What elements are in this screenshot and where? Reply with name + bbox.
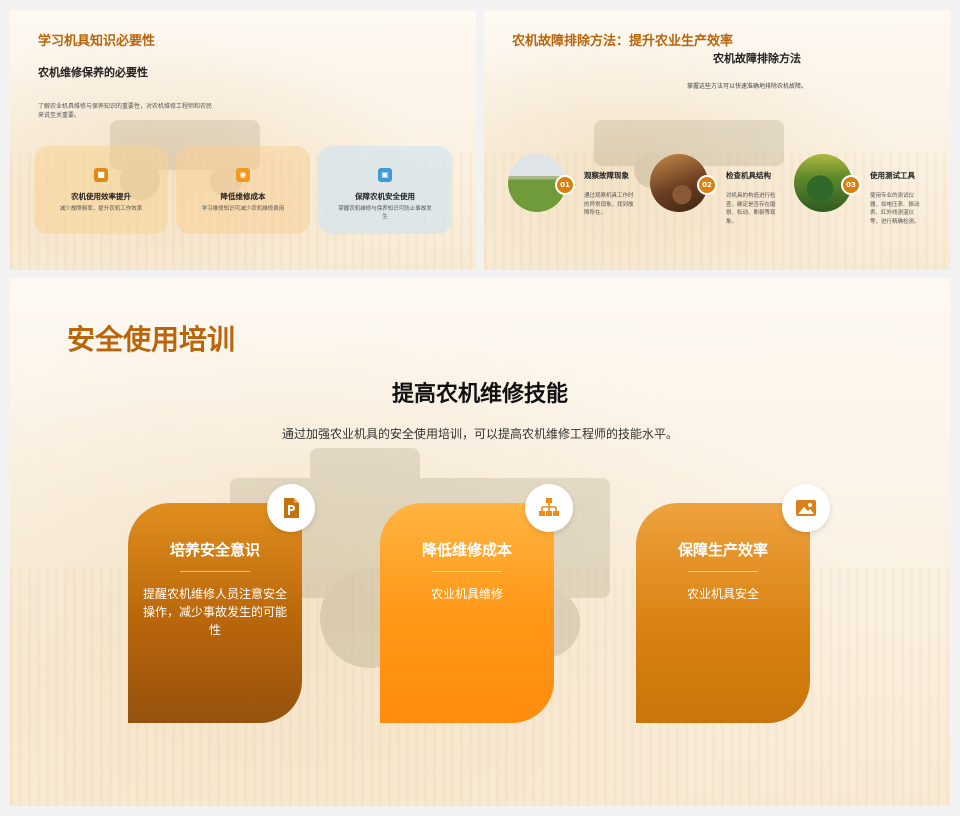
step-description: 对机具的构造进行检查，确定是否存在磨损、松动、断裂等现象。: [726, 193, 776, 225]
step-number-badge: 01: [555, 175, 575, 195]
card-title: 保障农机安全使用: [355, 192, 415, 201]
card-description: 掌握农机维修与保养知识可防止事故发生: [338, 206, 432, 220]
step-number-badge: 02: [697, 175, 717, 195]
card-title: 保障生产效率: [677, 541, 768, 559]
org-chart-icon: [539, 498, 559, 516]
feature-card-cost: ◉ 降低维修成本 学习维修知识可减少农机维修费用: [176, 146, 310, 234]
card-title: 降低维修成本: [220, 192, 266, 201]
icon-badge: [267, 484, 315, 532]
feature-card-efficiency: ■ 农机使用效率提升 减少故障频率，提升农机工作效率: [34, 146, 168, 234]
chat-icon: ▣: [378, 168, 392, 182]
card-title: 培养安全意识: [169, 541, 260, 559]
slide-subtitle: 提高农机维修技能: [391, 382, 568, 407]
step-title: 检查机具结构: [726, 171, 771, 180]
step-description: 使用专业的测试仪器，如电压表、振动表、红外线测温仪等，进行精确检测。: [870, 193, 920, 225]
slide-title: 学习机具知识必要性: [38, 34, 156, 49]
briefcase-icon: ■: [94, 168, 108, 182]
step-title: 观察故障现象: [584, 171, 629, 180]
slide-1-thumbnail[interactable]: 学习机具知识必要性 农机维修保养的必要性 了解农业机具维修与保养知识的重要性，对…: [10, 10, 476, 270]
slide-description: 通过加强农业机具的安全使用培训，可以提高农机维修工程师的技能水平。: [281, 427, 678, 441]
step-number-badge: 03: [841, 175, 861, 195]
card-title: 农机使用效率提升: [71, 192, 131, 201]
slide-3-main[interactable]: 安全使用培训 提高农机维修技能 通过加强农业机具的安全使用培训，可以提高农机维修…: [10, 278, 950, 806]
training-card-reduce-cost: 降低维修成本 农业机具维修: [380, 503, 554, 723]
card-description: 学习维修知识可减少农机维修费用: [201, 206, 285, 212]
slide-subtitle: 农机故障排除方法: [713, 52, 801, 65]
training-card-safety-awareness: 培养安全意识 提醒农机维修人员注意安全操作，减少事故发生的可能性: [128, 503, 302, 723]
presentation-file-icon: [284, 498, 299, 518]
target-icon: ◉: [236, 168, 250, 182]
icon-badge: [525, 484, 573, 532]
card-description: 提醒农机维修人员注意安全操作，减少事故发生的可能性: [142, 587, 287, 637]
card-divider: [432, 571, 502, 572]
icon-badge: [782, 484, 830, 532]
slide-title: 安全使用培训: [67, 323, 236, 356]
slide-description: 了解农业机具维修与保养知识的重要性，对农机维修工程师和农民来说至关重要。: [38, 103, 213, 119]
card-description: 农业机具安全: [686, 587, 759, 601]
card-title: 降低维修成本: [421, 541, 512, 559]
training-card-production-efficiency: 保障生产效率 农业机具安全: [636, 503, 810, 723]
feature-card-safety: ▣ 保障农机安全使用 掌握农机维修与保养知识可防止事故发生: [318, 146, 452, 234]
card-description: 减少故障频率，提升农机工作效率: [59, 206, 143, 212]
slide-2-thumbnail[interactable]: 农机故障排除方法：提升农业生产效率 农机故障排除方法 掌握这些方法可以快速准确地…: [484, 10, 950, 270]
card-divider: [180, 571, 250, 572]
slide-description: 掌握这些方法可以快速准确地排除农机故障。: [686, 83, 807, 90]
step-title: 使用测试工具: [870, 171, 915, 180]
card-description: 农业机具维修: [430, 587, 503, 601]
slide-title: 农机故障排除方法：提升农业生产效率: [512, 34, 734, 49]
slide-subtitle: 农机维修保养的必要性: [38, 66, 148, 79]
step-description: 通过观察机具工作时的异常现象，找到故障所在。: [584, 193, 634, 216]
card-divider: [688, 571, 758, 572]
image-icon: [796, 500, 816, 516]
